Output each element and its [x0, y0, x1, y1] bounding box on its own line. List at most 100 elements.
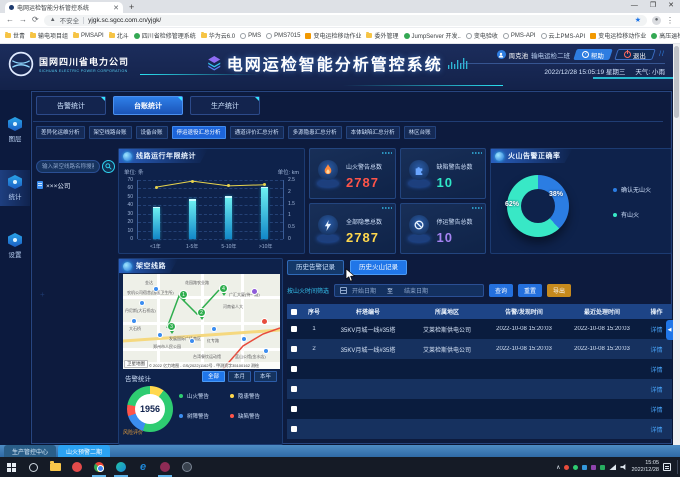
bookmark-item[interactable]: 世青	[5, 31, 25, 40]
window-tab-production[interactable]: 生产管控中心	[4, 445, 56, 457]
map-pin[interactable]	[261, 318, 268, 325]
search-button[interactable]	[102, 160, 115, 173]
reset-button[interactable]: 重置	[518, 284, 542, 297]
profile-avatar[interactable]: ●	[652, 16, 661, 25]
forward-button[interactable]: →	[19, 16, 27, 24]
row-checkbox[interactable]	[287, 366, 301, 372]
start-button[interactable]	[0, 457, 22, 477]
stat-card-hazard[interactable]: 全部隐患总数2787	[309, 203, 396, 254]
row-checkbox[interactable]	[287, 406, 301, 412]
tab-台账统计[interactable]: 台账统计	[113, 96, 183, 115]
bookmark-item[interactable]: 云上PMS-API	[541, 31, 586, 40]
map-pin[interactable]	[263, 348, 269, 354]
table-row[interactable]: 135KV月城一线#35塔艾莱检斯供电公司2022-10-08 15:20:03…	[287, 319, 672, 339]
tray-blue-icon[interactable]	[582, 465, 587, 470]
action-center-icon[interactable]	[663, 463, 671, 471]
search-input[interactable]	[36, 160, 100, 173]
chrome-button[interactable]	[88, 457, 110, 477]
sidebar-item-图层[interactable]: 图层	[0, 112, 30, 148]
page-scrollbar[interactable]	[673, 44, 680, 457]
detail-link[interactable]: 详情	[641, 425, 672, 434]
network-icon[interactable]	[609, 464, 616, 470]
bookmark-item[interactable]: PMS7015	[266, 33, 300, 39]
map-pin[interactable]	[139, 300, 145, 306]
map-pin[interactable]: 2	[197, 308, 206, 317]
window-tab-wildfire[interactable]: 山火预警二期	[58, 445, 110, 457]
subtab-停运退役汇总分析[interactable]: 停运退役汇总分析	[172, 126, 226, 139]
detail-link[interactable]: 详情	[641, 385, 672, 394]
tree-item-company[interactable]: ×××公司	[37, 180, 70, 190]
bookmark-item[interactable]: 华为云6.0	[201, 31, 235, 40]
subtab-林区台账[interactable]: 林区台账	[404, 126, 436, 139]
app-red-button[interactable]	[66, 457, 88, 477]
subtab-通道评价汇总分析[interactable]: 通道评价汇总分析	[230, 126, 284, 139]
show-desktop-button[interactable]	[677, 460, 678, 474]
subtab-设备台账[interactable]: 设备台账	[136, 126, 168, 139]
table-row[interactable]: 235KV月城一线#35塔艾莱检斯供电公司2022-10-08 15:20:03…	[287, 339, 672, 359]
sidebar-item-统计[interactable]: 统计	[0, 170, 30, 206]
bookmark-item[interactable]: PMSAPI	[73, 33, 104, 39]
file-explorer-button[interactable]	[44, 457, 66, 477]
subtab-架空线路台账[interactable]: 架空线路台账	[89, 126, 132, 139]
alarm-filter-button[interactable]: 全部	[202, 371, 225, 382]
bookmark-item[interactable]: JumpServer 开发..	[404, 31, 461, 40]
map-pin[interactable]	[153, 286, 159, 292]
user-chip[interactable]: 周克池 输电运检二班	[497, 50, 571, 60]
app-maroon-button[interactable]	[154, 457, 176, 477]
row-checkbox[interactable]	[287, 426, 301, 432]
alarm-filter-button[interactable]: 本月	[228, 371, 251, 382]
detail-link[interactable]: 详情	[641, 345, 672, 354]
stat-card-outage[interactable]: 停运警告总数10	[400, 203, 487, 254]
map-pin[interactable]	[241, 336, 247, 342]
map-pin[interactable]: 1	[179, 290, 188, 299]
taskbar-clock[interactable]: 15:05 2022/12/28	[631, 460, 659, 473]
volume-icon[interactable]	[620, 464, 627, 470]
tray-green-icon[interactable]	[573, 465, 578, 470]
maximize-button[interactable]: ❐	[650, 0, 656, 12]
map-pin[interactable]	[189, 338, 195, 344]
panel-collapse-arrow[interactable]: ◀	[666, 320, 673, 340]
date-start-placeholder[interactable]: 开始日期	[352, 286, 376, 295]
map-pin[interactable]	[251, 288, 258, 295]
bookmark-item[interactable]: 北斗	[109, 31, 129, 40]
menu-kebab-icon[interactable]: ⋮	[666, 16, 674, 25]
history-wildfire-records-button[interactable]: 历史火山记录	[350, 260, 407, 275]
stat-card-wildfire[interactable]: 山火警告总数2787	[309, 148, 396, 199]
map-pin[interactable]: 4	[219, 284, 228, 293]
bookmark-item[interactable]: PMS-API	[503, 33, 536, 39]
tab-close-icon[interactable]: ✕	[113, 4, 119, 12]
bookmark-item[interactable]: 变电运检移动作业	[590, 31, 646, 40]
map-pin[interactable]: 3	[167, 322, 176, 331]
bookmark-item[interactable]: 委外管理	[366, 31, 398, 40]
help-button[interactable]: ? 帮助	[573, 49, 613, 60]
bookmark-item[interactable]: 输电项目组	[30, 31, 68, 40]
map-pin[interactable]	[131, 318, 137, 324]
tray-expand-icon[interactable]: ∧	[556, 464, 560, 471]
url-text[interactable]: yjgk.sc.sgcc.com.cn/yjgk/	[88, 17, 161, 24]
export-button[interactable]: 导出	[547, 284, 571, 297]
close-button[interactable]: ✕	[668, 0, 674, 12]
sidebar-item-设置[interactable]: 设置	[0, 228, 30, 264]
scrollbar-thumb[interactable]	[674, 46, 679, 118]
date-range-picker[interactable]: 开始日期 至 结束日期	[334, 284, 484, 297]
new-tab-button[interactable]: +	[129, 2, 134, 13]
subtab-差异化运维分析[interactable]: 差异化运维分析	[36, 126, 85, 139]
row-checkbox[interactable]	[287, 386, 301, 392]
tab-生产统计[interactable]: 生产统计	[190, 96, 260, 115]
select-all-checkbox[interactable]	[287, 309, 301, 315]
app-teal-button[interactable]	[110, 457, 132, 477]
detail-link[interactable]: 详情	[641, 405, 672, 414]
bookmark-item[interactable]: 变电验收	[466, 31, 498, 40]
subtab-本体缺陷汇总分析[interactable]: 本体缺陷汇总分析	[346, 126, 400, 139]
back-button[interactable]: ←	[6, 16, 14, 24]
url-box[interactable]: ▲ 不安全 yjgk.sc.sgcc.com.cn/yjgk/ ★	[44, 15, 647, 26]
app-dark-button[interactable]	[176, 457, 198, 477]
detail-link[interactable]: 详情	[641, 365, 672, 374]
cortana-button[interactable]	[22, 457, 44, 477]
table-row[interactable]: 详情	[287, 399, 672, 419]
minimize-button[interactable]: —	[631, 0, 638, 12]
row-checkbox[interactable]	[287, 326, 301, 332]
stat-card-defect[interactable]: 缺陷警告总数10	[400, 148, 487, 199]
bookmark-item[interactable]: 四川省检修管理系统	[134, 31, 196, 40]
map-pin[interactable]	[211, 326, 217, 332]
